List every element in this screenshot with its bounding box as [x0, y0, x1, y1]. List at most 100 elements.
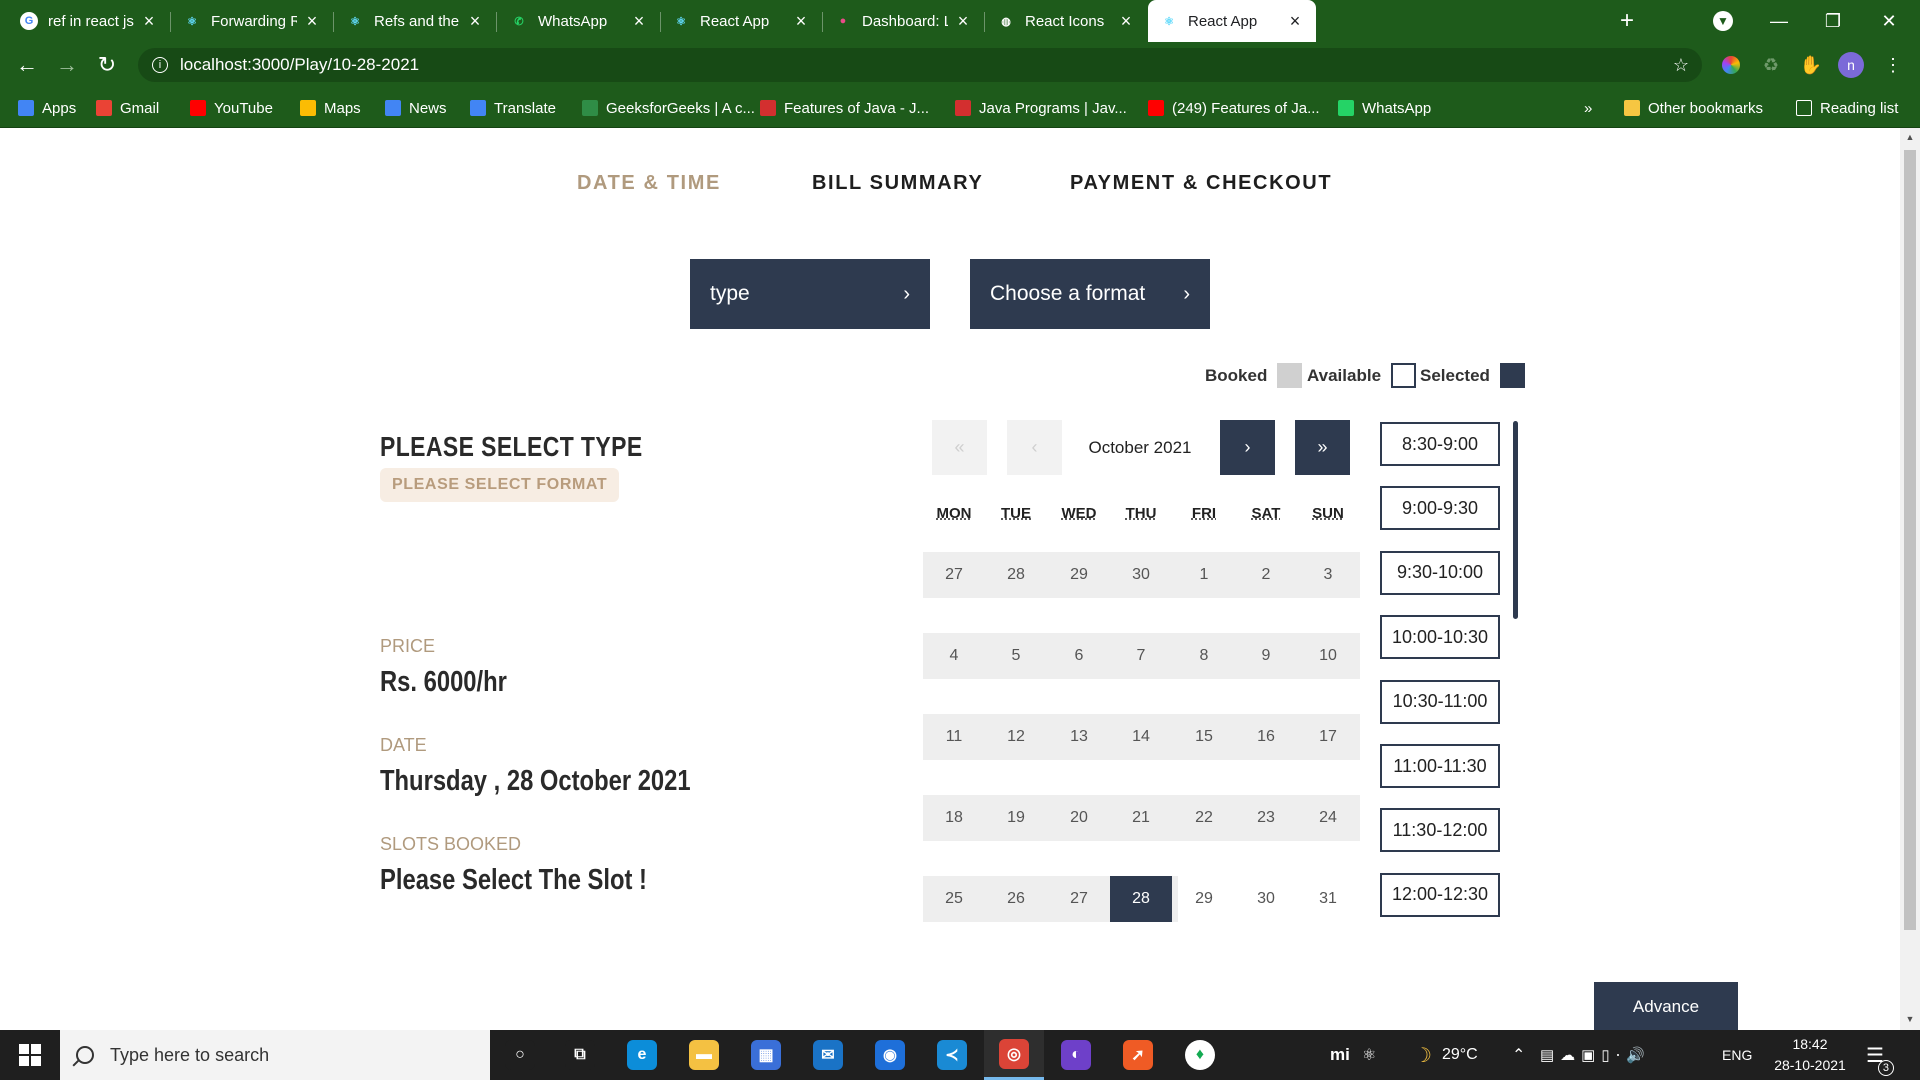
time-slot-button[interactable]: 10:00-10:30 [1380, 615, 1500, 660]
browser-tab[interactable]: ● Dashboard: Login × [822, 0, 984, 42]
close-tab-icon[interactable]: × [630, 11, 648, 32]
calendar-day[interactable]: 30 [1235, 876, 1297, 922]
calendar-day[interactable]: 29 [1048, 552, 1110, 598]
notification-center-button[interactable]: ☰ 3 [1866, 1030, 1894, 1080]
calendar-day[interactable]: 15 [1173, 714, 1235, 760]
calendar-day[interactable]: 28 [985, 552, 1047, 598]
color-extension-button[interactable] [1718, 52, 1744, 78]
time-slot-button[interactable]: 9:00-9:30 [1380, 486, 1500, 531]
calendar-day[interactable]: 31 [1297, 876, 1359, 922]
taskbar-app-button[interactable]: ➚ [1108, 1030, 1168, 1080]
taskbar-app-button[interactable]: ▬ [674, 1030, 734, 1080]
bookmark-item[interactable]: (249) Features of Ja... [1148, 96, 1320, 120]
calendar-day[interactable]: 16 [1235, 714, 1297, 760]
forward-button[interactable]: → [52, 50, 82, 80]
time-slot-button[interactable]: 10:30-11:00 [1380, 679, 1500, 724]
taskbar-app-button[interactable]: ≺ [922, 1030, 982, 1080]
start-button[interactable] [0, 1030, 60, 1080]
browser-tab[interactable]: ✆ WhatsApp × [498, 0, 660, 42]
scrollbar-thumb[interactable] [1904, 150, 1916, 930]
mi-tray-icon[interactable]: mi [1330, 1030, 1350, 1080]
time-slot-button[interactable]: 11:00-11:30 [1380, 744, 1500, 788]
taskbar-app-button[interactable]: ○ [490, 1030, 550, 1080]
calendar-day[interactable]: 12 [985, 714, 1047, 760]
calendar-day[interactable]: 17 [1297, 714, 1359, 760]
calendar-day[interactable]: 30 [1110, 552, 1172, 598]
taskbar-app-button[interactable]: ✉ [798, 1030, 858, 1080]
prev-year-button[interactable]: « [932, 420, 987, 475]
scroll-down-icon[interactable]: ▼ [1904, 1014, 1916, 1024]
taskbar-app-button[interactable]: ♦ [1170, 1030, 1230, 1080]
bookmark-item[interactable]: News [385, 96, 447, 120]
calendar-day[interactable]: 19 [985, 795, 1047, 841]
calendar-day[interactable]: 1 [1173, 552, 1235, 598]
calendar-day[interactable]: 7 [1110, 633, 1172, 679]
taskbar-app-button[interactable]: ◐ [1046, 1030, 1106, 1080]
prev-month-button[interactable]: ‹ [1007, 420, 1062, 475]
calendar-day[interactable]: 9 [1235, 633, 1297, 679]
close-tab-icon[interactable]: × [1117, 11, 1135, 32]
calendar-day[interactable]: 6 [1048, 633, 1110, 679]
restore-button[interactable]: ❐ [1810, 0, 1856, 42]
calendar-month-label[interactable]: October 2021 [1070, 438, 1210, 458]
calendar-day[interactable]: 21 [1110, 795, 1172, 841]
close-tab-icon[interactable]: × [792, 11, 810, 32]
taskbar-app-button[interactable]: ◎ [984, 1030, 1044, 1080]
other-bookmarks-folder[interactable]: Other bookmarks [1624, 96, 1763, 120]
calendar-day[interactable]: 10 [1297, 633, 1359, 679]
format-dropdown[interactable]: Choose a format › [970, 259, 1210, 329]
calendar-day[interactable]: 18 [923, 795, 985, 841]
next-year-button[interactable]: » [1295, 420, 1350, 475]
close-tab-icon[interactable]: × [466, 11, 484, 32]
language-indicator[interactable]: ENG [1722, 1030, 1752, 1080]
bookmark-item[interactable]: YouTube [190, 96, 273, 120]
calendar-day[interactable]: 25 [923, 876, 985, 922]
browser-tab[interactable]: Gref in react js - Go × [8, 0, 170, 42]
address-bar[interactable]: i localhost:3000/Play/10-28-2021 [138, 48, 1702, 82]
slot-list-scrollbar[interactable] [1513, 421, 1518, 619]
bookmark-item[interactable]: Java Programs | Jav... [955, 96, 1127, 120]
calendar-day[interactable]: 27 [1048, 876, 1110, 922]
calendar-day-selected[interactable]: 28 [1110, 876, 1172, 922]
profile-button[interactable]: n [1838, 52, 1864, 78]
browser-tab[interactable]: ⚛ Refs and the DOM × [334, 0, 496, 42]
time-slot-button[interactable]: 11:30-12:00 [1380, 808, 1500, 853]
browser-menu-button[interactable]: ⋮ [1880, 52, 1906, 78]
step-bill-summary[interactable]: BILL SUMMARY [812, 172, 983, 195]
calendar-day[interactable]: 4 [923, 633, 985, 679]
bookmark-item[interactable]: WhatsApp [1338, 96, 1431, 120]
bookmark-item[interactable]: Apps [18, 96, 76, 120]
calendar-day[interactable]: 8 [1173, 633, 1235, 679]
scroll-up-icon[interactable]: ▲ [1904, 132, 1916, 142]
taskbar-search-box[interactable]: Type here to search [60, 1030, 490, 1080]
calendar-day[interactable]: 24 [1297, 795, 1359, 841]
browser-tab[interactable]: ⚛ React App × [660, 0, 822, 42]
browser-tab[interactable]: ⚛ Forwarding Refs – × [171, 0, 333, 42]
calendar-day[interactable]: 27 [923, 552, 985, 598]
calendar-day[interactable]: 26 [985, 876, 1047, 922]
more-bookmarks-button[interactable]: » [1584, 96, 1592, 120]
bookmark-item[interactable]: Translate [470, 96, 556, 120]
time-slot-button[interactable]: 12:00-12:30 [1380, 872, 1500, 917]
close-tab-icon[interactable]: × [140, 11, 158, 32]
step-payment-checkout[interactable]: PAYMENT & CHECKOUT [1070, 172, 1332, 195]
type-dropdown[interactable]: type › [690, 259, 930, 329]
back-button[interactable]: ← [12, 50, 42, 80]
calendar-day[interactable]: 22 [1173, 795, 1235, 841]
calendar-day[interactable]: 23 [1235, 795, 1297, 841]
show-hidden-icons-button[interactable]: ⌃ [1512, 1030, 1525, 1080]
bookmark-item[interactable]: GeeksforGeeks | A c... [582, 96, 755, 120]
reading-list-button[interactable]: Reading list [1796, 96, 1898, 120]
weather-widget[interactable]: ☽ 29°C [1414, 1030, 1478, 1080]
calendar-day[interactable]: 20 [1048, 795, 1110, 841]
calendar-day[interactable]: 13 [1048, 714, 1110, 760]
calendar-day[interactable]: 29 [1173, 876, 1235, 922]
bookmark-item[interactable]: Gmail [96, 96, 159, 120]
step-date-time[interactable]: DATE & TIME [577, 172, 721, 195]
tab-search-button[interactable]: ▼ [1700, 0, 1746, 42]
close-tab-icon[interactable]: × [1286, 11, 1304, 32]
taskbar-app-button[interactable]: ▦ [736, 1030, 796, 1080]
calendar-day[interactable]: 5 [985, 633, 1047, 679]
minimize-button[interactable]: — [1756, 0, 1802, 42]
extensions-button[interactable]: ✋ [1798, 52, 1824, 78]
